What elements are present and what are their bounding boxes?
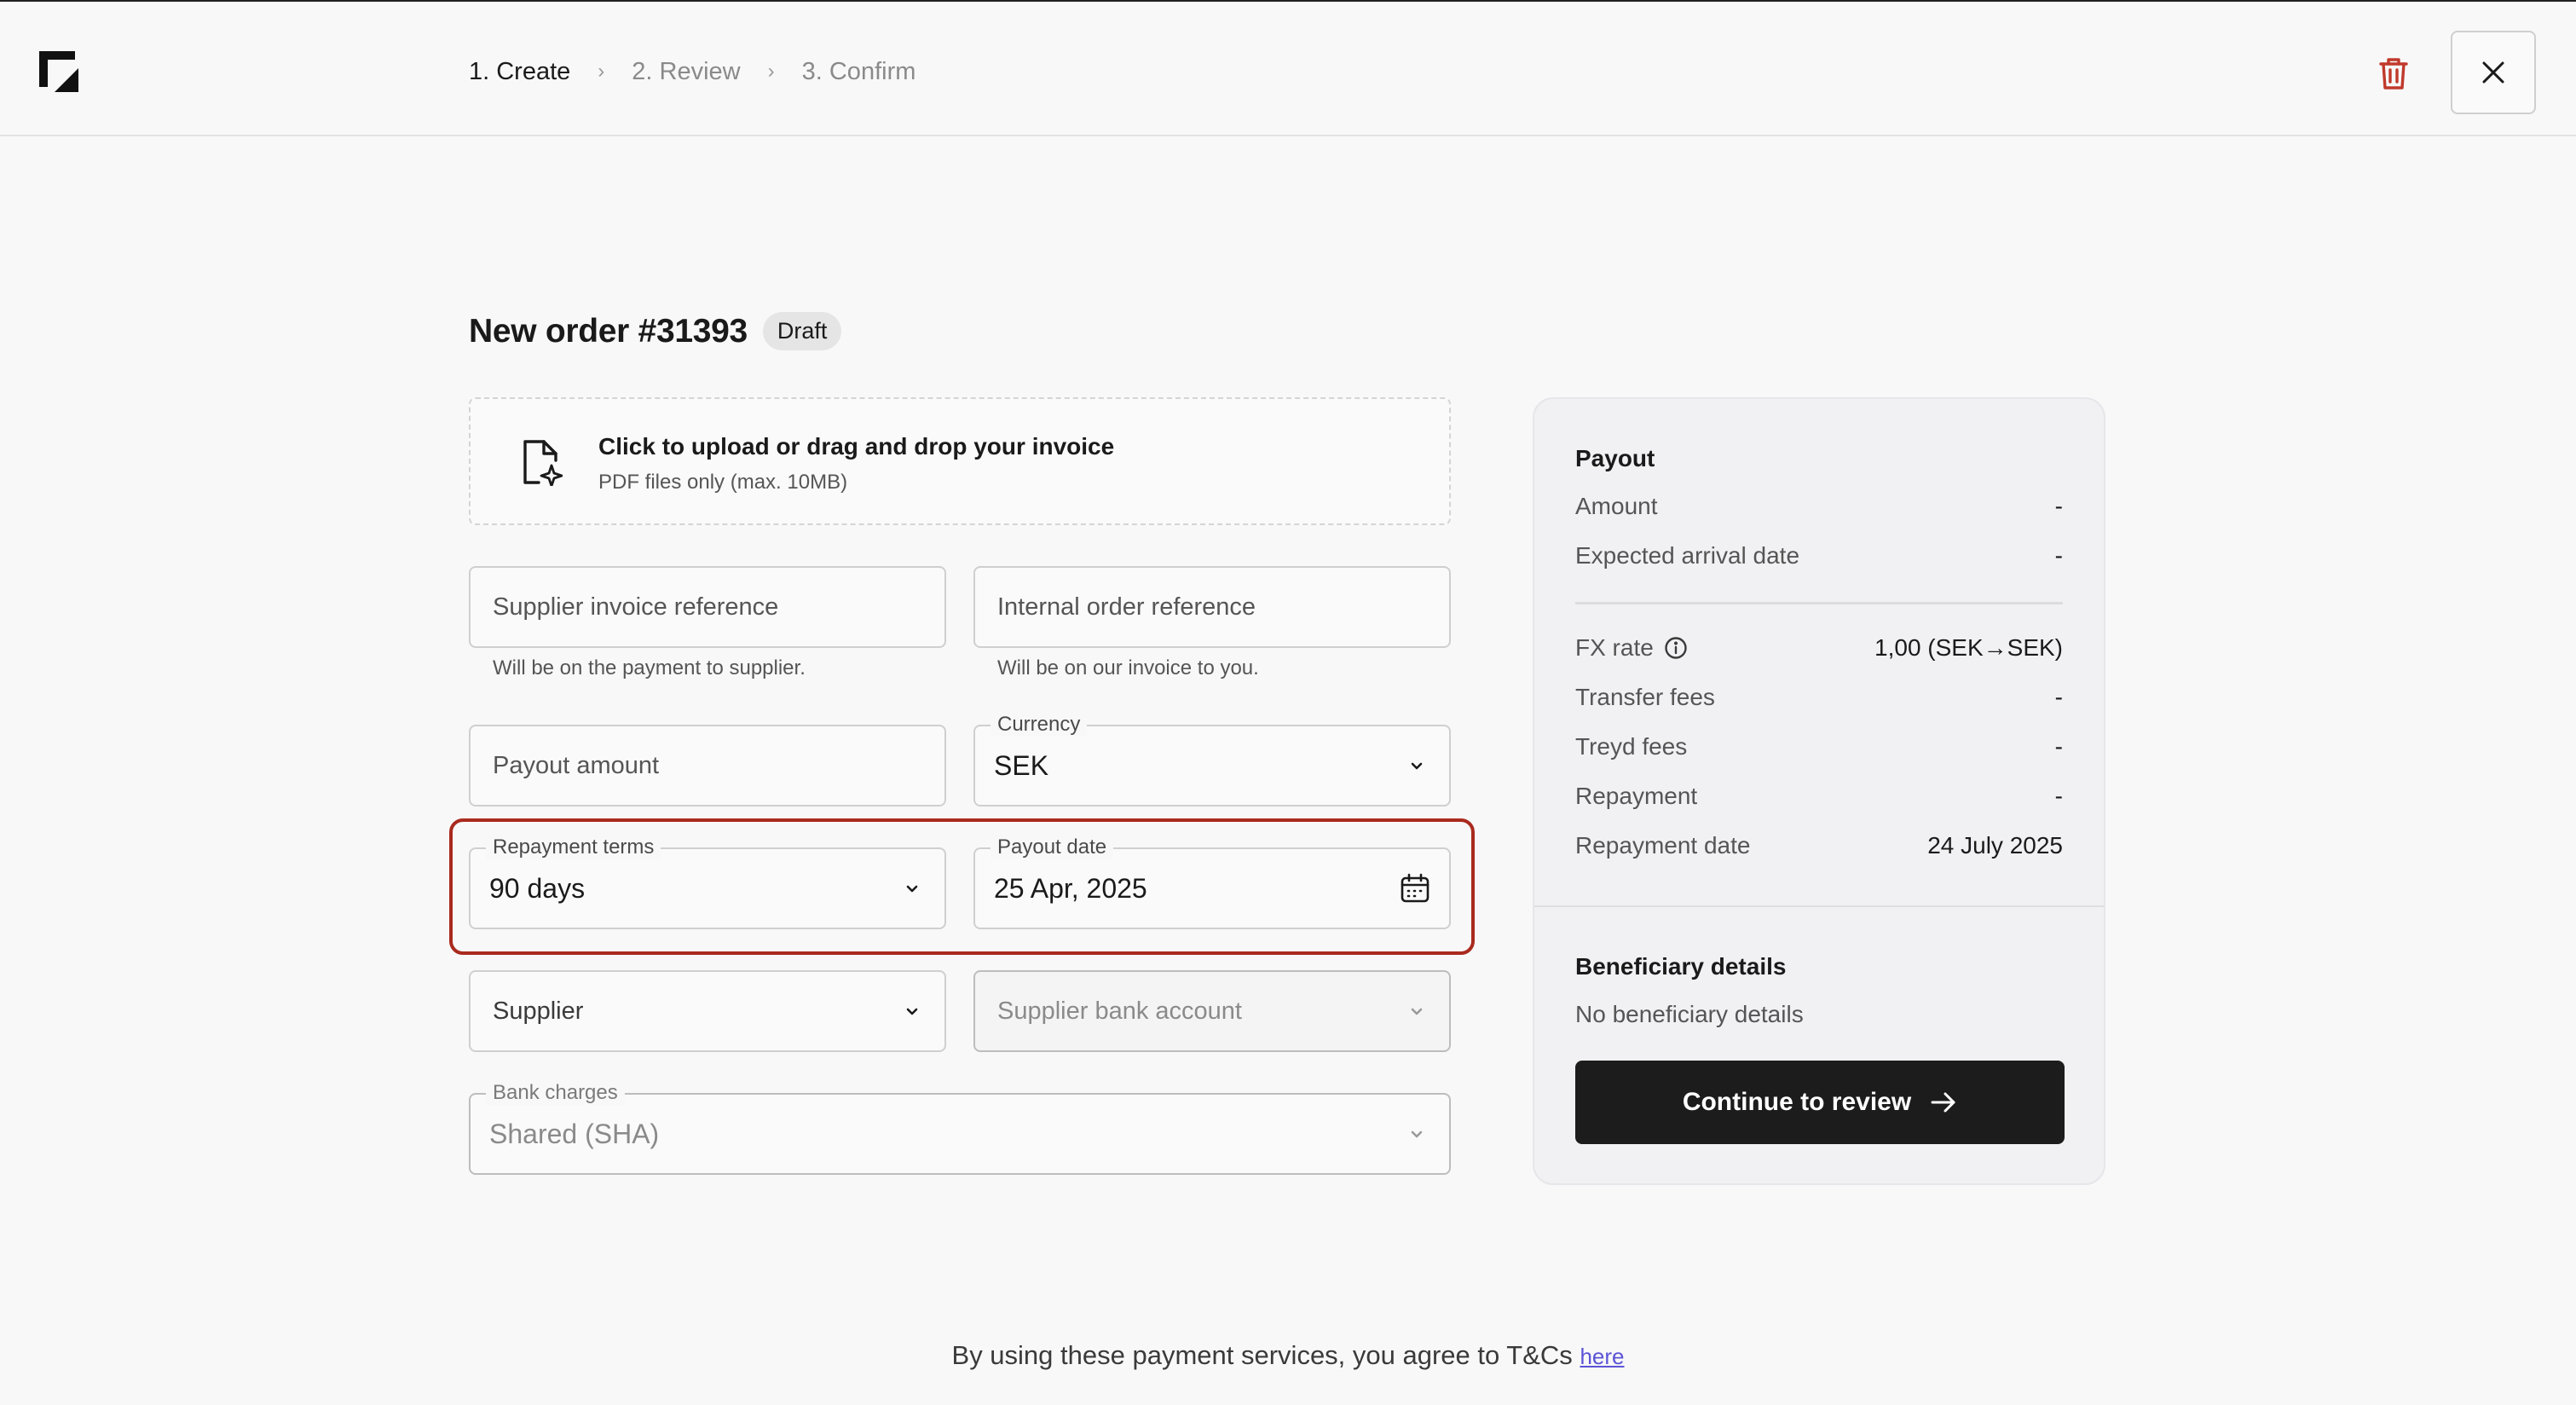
- step-confirm[interactable]: 3. Confirm: [802, 58, 916, 86]
- page-title: New order #31393: [469, 312, 748, 350]
- order-title-row: New order #31393 Draft: [469, 312, 842, 350]
- currency-label: Currency: [991, 713, 1088, 737]
- transfer-fees-label: Transfer fees: [1575, 684, 1715, 710]
- terms-link[interactable]: here: [1580, 1344, 1624, 1369]
- treyd-fees-value: -: [2054, 733, 2063, 760]
- payout-heading: Payout: [1575, 445, 1655, 471]
- treyd-fees-label: Treyd fees: [1575, 733, 1688, 760]
- close-button[interactable]: [2451, 31, 2536, 114]
- bank-charges-value: Shared (SHA): [489, 1119, 660, 1149]
- currency-value: SEK: [994, 750, 1049, 781]
- payout-date-value: 25 Apr, 2025: [994, 873, 1147, 904]
- supplier-invoice-reference-placeholder: Supplier invoice reference: [493, 593, 779, 621]
- bank-charges-select[interactable]: Bank charges Shared (SHA): [469, 1081, 1451, 1175]
- arrow-right-icon: [1931, 1092, 1955, 1113]
- divider: [1575, 602, 2063, 604]
- top-bar: 1. Create › 2. Review › 3. Confirm: [0, 2, 2576, 136]
- supplier-bank-account-select[interactable]: Supplier bank account: [973, 970, 1451, 1052]
- treyd-fees-row: Treyd fees -: [1575, 733, 2063, 760]
- arrival-label: Expected arrival date: [1575, 542, 1800, 569]
- amount-row: Amount -: [1575, 493, 2063, 520]
- chevron-down-icon: [906, 885, 918, 893]
- payout-date-input[interactable]: Payout date 25 Apr, 2025: [973, 835, 1451, 929]
- upload-title: Click to upload or drag and drop your in…: [598, 433, 1115, 460]
- transfer-fees-row: Transfer fees -: [1575, 684, 2063, 711]
- fx-rate-label-wrap: FX rate: [1575, 634, 1688, 662]
- supplier-placeholder: Supplier: [493, 997, 584, 1025]
- chevron-right-icon: ›: [767, 60, 775, 83]
- internal-order-reference-help: Will be on our invoice to you.: [997, 656, 1259, 679]
- status-badge: Draft: [762, 312, 842, 350]
- arrival-value: -: [2054, 542, 2063, 569]
- chevron-down-icon: [1411, 762, 1423, 770]
- supplier-bank-account-placeholder: Supplier bank account: [997, 997, 1242, 1025]
- repayment-label: Repayment: [1575, 783, 1698, 809]
- step-review[interactable]: 2. Review: [632, 58, 740, 86]
- footer-text: By using these payment services, you agr…: [951, 1340, 1573, 1370]
- repayment-row: Repayment -: [1575, 783, 2063, 810]
- stepper: 1. Create › 2. Review › 3. Confirm: [469, 53, 915, 90]
- trash-icon[interactable]: [2378, 56, 2409, 90]
- fx-rate-label: FX rate: [1575, 634, 1654, 661]
- payout-amount-placeholder: Payout amount: [493, 752, 660, 779]
- payout-amount-input[interactable]: Payout amount: [469, 725, 946, 807]
- fx-rate-value: 1,00 (SEK→SEK): [1874, 634, 2063, 661]
- currency-select[interactable]: Currency SEK: [973, 713, 1451, 807]
- continue-to-review-label: Continue to review: [1682, 1088, 1912, 1116]
- supplier-invoice-reference-help: Will be on the payment to supplier.: [493, 656, 806, 679]
- payout-summary-panel: Payout Amount - Expected arrival date - …: [1533, 397, 2105, 1185]
- supplier-select[interactable]: Supplier: [469, 970, 946, 1052]
- internal-order-reference-input[interactable]: Internal order reference: [973, 566, 1451, 648]
- footer: By using these payment services, you agr…: [0, 1340, 2576, 1371]
- section-divider: [1534, 905, 2104, 907]
- chevron-down-icon: [1411, 1130, 1423, 1138]
- repayment-date-label: Repayment date: [1575, 832, 1751, 859]
- close-icon: [2482, 61, 2504, 84]
- repayment-date-row: Repayment date 24 July 2025: [1575, 832, 2063, 859]
- calendar-icon[interactable]: [1400, 873, 1430, 904]
- bank-charges-label: Bank charges: [486, 1081, 625, 1105]
- chevron-down-icon: [906, 1008, 918, 1015]
- repayment-value: -: [2054, 783, 2063, 809]
- fx-rate-row: FX rate 1,00 (SEK→SEK): [1575, 634, 2063, 662]
- chevron-right-icon: ›: [598, 60, 605, 83]
- chevron-down-icon: [1411, 1008, 1423, 1015]
- arrival-row: Expected arrival date -: [1575, 542, 2063, 570]
- file-sparkle-icon: [523, 440, 563, 486]
- beneficiary-row: No beneficiary details: [1575, 1001, 2063, 1028]
- transfer-fees-value: -: [2054, 684, 2063, 710]
- repayment-terms-value: 90 days: [489, 873, 586, 904]
- amount-value: -: [2054, 493, 2063, 519]
- beneficiary-heading: Beneficiary details: [1575, 953, 1787, 980]
- repayment-date-value: 24 July 2025: [1927, 832, 2063, 859]
- step-create[interactable]: 1. Create: [469, 58, 570, 86]
- repayment-terms-select[interactable]: Repayment terms 90 days: [469, 835, 946, 929]
- continue-to-review-button[interactable]: Continue to review: [1575, 1061, 2065, 1144]
- beneficiary-text: No beneficiary details: [1575, 1001, 1804, 1027]
- amount-label: Amount: [1575, 493, 1658, 519]
- repayment-terms-label: Repayment terms: [486, 835, 661, 859]
- invoice-upload-dropzone[interactable]: Click to upload or drag and drop your in…: [469, 397, 1451, 525]
- info-icon[interactable]: [1664, 636, 1688, 660]
- upload-hint: PDF files only (max. 10MB): [598, 471, 848, 494]
- app-logo[interactable]: [39, 51, 80, 92]
- supplier-invoice-reference-input[interactable]: Supplier invoice reference: [469, 566, 946, 648]
- payout-date-label: Payout date: [991, 835, 1114, 859]
- internal-order-reference-placeholder: Internal order reference: [997, 593, 1256, 621]
